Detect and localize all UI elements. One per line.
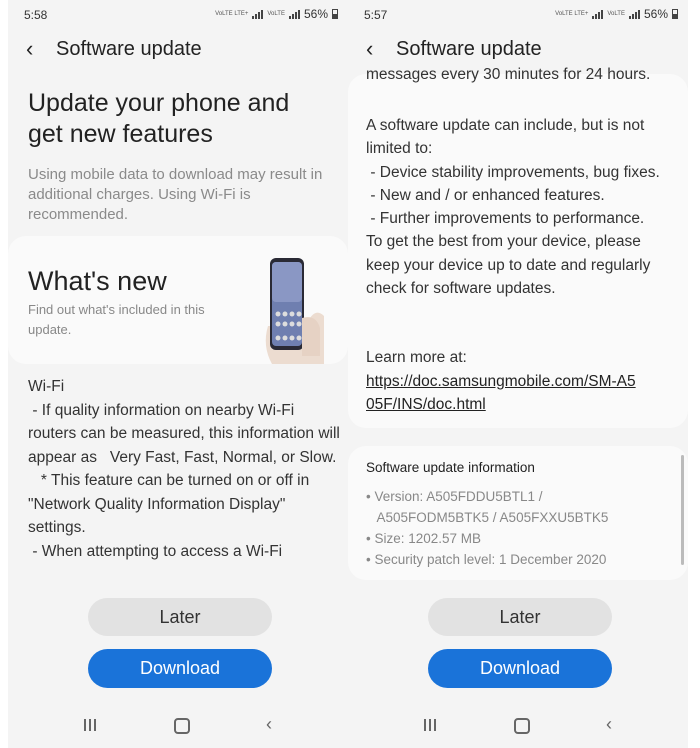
arrow-left-icon[interactable]: ‹ <box>366 36 386 62</box>
whats-new-title: What's new <box>28 266 167 296</box>
info-list: • Version: A505FDDU5BTL1 / A505FODM5BTK5… <box>366 489 609 567</box>
status-time: 5:58 <box>24 8 48 22</box>
page-title: Software update <box>56 37 202 60</box>
whats-new-subtitle: Find out what's included in this update. <box>28 302 205 337</box>
learn-more-label: Learn more at: <box>366 349 467 366</box>
arrow-left-icon[interactable]: ‹ <box>26 36 46 62</box>
home-icon[interactable] <box>514 718 530 734</box>
update-info-card: Software update information • Version: A… <box>348 446 688 580</box>
battery-percent: 56% <box>303 7 328 21</box>
update-details-card: messages every 30 minutes for 24 hours. … <box>348 66 688 428</box>
learn-more-link[interactable]: https://doc.samsungmobile.com/SM-A505F/I… <box>366 370 641 417</box>
signal-icon-2 <box>628 9 640 19</box>
download-button[interactable]: Download <box>88 649 272 688</box>
network-indicator: VoLTE LTE+ <box>215 11 249 17</box>
network-indicator-2: VoLTE <box>267 11 285 17</box>
later-button[interactable]: Later <box>428 598 612 636</box>
update-description: A software update can include, but is no… <box>366 117 660 298</box>
phone-hand-illustration <box>265 258 324 364</box>
status-time: 5:57 <box>364 8 388 22</box>
back-icon[interactable]: ‹ <box>606 714 612 735</box>
info-title: Software update information <box>366 460 535 475</box>
nav-bar: ‹ <box>348 710 688 744</box>
status-bar: 5:57 VoLTE LTE+ VoLTE 56% <box>348 0 688 28</box>
battery-icon <box>332 9 338 19</box>
right-screen: 5:57 VoLTE LTE+ VoLTE 56% ‹ Software upd… <box>348 0 688 748</box>
app-header: ‹ Software update <box>366 36 542 62</box>
hero-title: Update your phone and get new features <box>28 89 290 148</box>
home-icon[interactable] <box>174 718 190 734</box>
later-button[interactable]: Later <box>88 598 272 636</box>
signal-icon <box>252 9 264 19</box>
recent-apps-icon[interactable] <box>84 719 96 731</box>
download-button[interactable]: Download <box>428 649 612 688</box>
network-indicator: VoLTE LTE+ <box>555 11 589 17</box>
release-notes: Wi-Fi - If quality information on nearby… <box>28 378 340 560</box>
network-indicator-2: VoLTE <box>607 11 625 17</box>
whats-new-card: What's new Find out what's included in t… <box>8 236 348 364</box>
recent-apps-icon[interactable] <box>424 719 436 731</box>
scrollbar[interactable] <box>681 455 684 565</box>
app-header: ‹ Software update <box>26 36 202 62</box>
left-screen: 5:58 VoLTE LTE+ VoLTE 56% ‹ Software upd… <box>8 0 348 748</box>
nav-bar: ‹ <box>8 710 348 744</box>
signal-icon <box>592 9 604 19</box>
status-bar: 5:58 VoLTE LTE+ VoLTE 56% <box>8 0 348 28</box>
data-warning: Using mobile data to download may result… <box>28 166 323 223</box>
signal-icon-2 <box>288 9 300 19</box>
battery-icon <box>672 9 678 19</box>
battery-percent: 56% <box>643 7 668 21</box>
page-title: Software update <box>396 37 542 60</box>
back-icon[interactable]: ‹ <box>266 714 272 735</box>
text-fragment: messages every 30 minutes for 24 hours. <box>366 66 651 83</box>
